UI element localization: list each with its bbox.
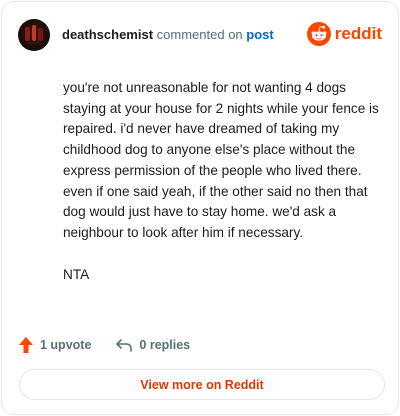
post-link[interactable]: post xyxy=(246,27,273,42)
comment-body: you're not unreasonable for not wanting … xyxy=(63,78,383,306)
comment-header: deathschemist commented on post reddit xyxy=(18,18,382,52)
comment-actions: 1 upvote 0 replies xyxy=(18,335,190,355)
replies-button[interactable]: 0 replies xyxy=(115,337,190,353)
username-link[interactable]: deathschemist xyxy=(62,27,153,42)
replies-count: 0 replies xyxy=(139,338,191,352)
comment-embed-card: deathschemist commented on post reddit y… xyxy=(1,1,399,415)
action-text: commented on xyxy=(156,27,243,42)
reddit-logo[interactable]: reddit xyxy=(306,22,382,46)
reddit-wordmark: reddit xyxy=(334,24,382,43)
view-more-button[interactable]: View more on Reddit xyxy=(19,369,385,400)
view-more-label: View more on Reddit xyxy=(140,377,264,392)
comment-paragraph: you're not unreasonable for not wanting … xyxy=(63,80,379,240)
upvote-button[interactable]: 1 upvote xyxy=(18,336,91,354)
reddit-alien-icon xyxy=(306,22,331,46)
upvote-count: 1 upvote xyxy=(40,338,92,352)
comment-paragraph: NTA xyxy=(63,266,90,282)
reply-arrow-icon xyxy=(116,339,133,352)
user-avatar[interactable] xyxy=(18,19,50,51)
comment-meta: deathschemist commented on post xyxy=(62,27,274,43)
upvote-arrow-icon xyxy=(19,337,33,353)
